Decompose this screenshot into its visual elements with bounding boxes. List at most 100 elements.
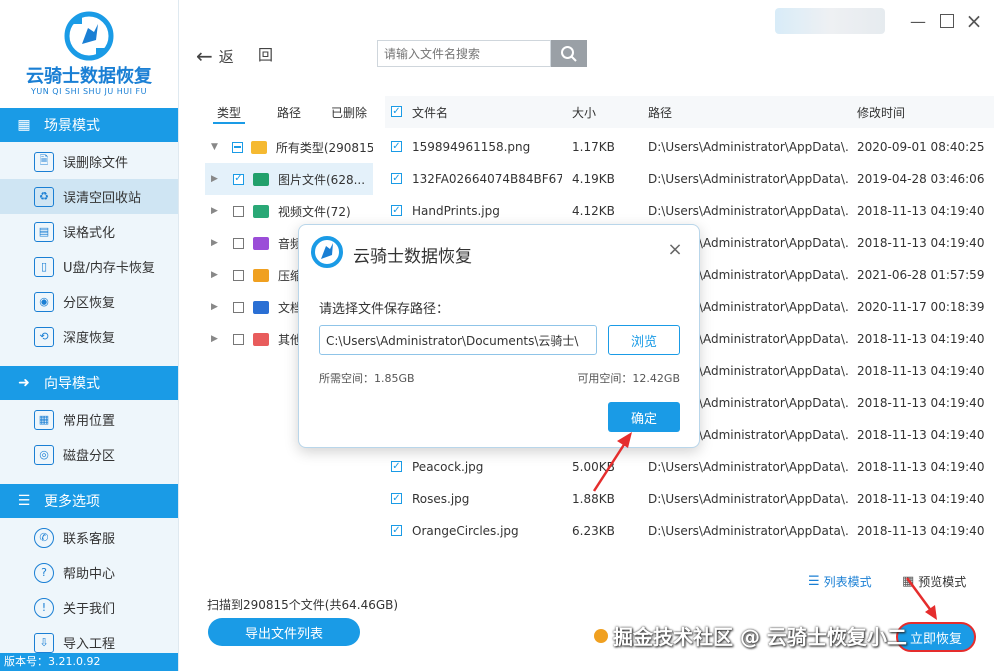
tab-type[interactable]: 类型	[217, 104, 241, 121]
caret-right-icon[interactable]: ▶	[211, 206, 221, 216]
back-button-2[interactable]: 回	[258, 44, 273, 65]
watermark: 掘金技术社区 @ 云骑士恢复小二	[594, 621, 907, 650]
header-path[interactable]: 路径	[648, 104, 848, 121]
table-row[interactable]: 132FA02664074B84BF67... 4.19KB D:\Users\Ad…	[385, 163, 994, 195]
partition-icon: ◉	[34, 291, 54, 312]
scan-info: 扫描到290815个文件(共64.46GB)	[207, 598, 399, 612]
file-modified-time: 2018-11-13 04:19:40	[857, 492, 985, 506]
tree-checkbox[interactable]	[233, 205, 244, 217]
format-icon: ▤	[34, 221, 54, 242]
caret-right-icon[interactable]: ▶	[211, 270, 221, 280]
file-size: 1.88KB	[572, 492, 615, 506]
sidebar-item-label: 常用位置	[63, 414, 116, 429]
sidebar-item-1-1[interactable]: ◎ 磁盘分区	[0, 437, 178, 472]
caret-down-icon[interactable]: ▼	[211, 142, 220, 152]
tab-path[interactable]: 路径	[277, 104, 301, 121]
maximize-icon	[940, 14, 954, 28]
sidebar-item-0-5[interactable]: ⟲ 深度恢复	[0, 319, 178, 354]
tree-row[interactable]: ▶ 图片文件(628...	[205, 163, 373, 195]
table-row[interactable]: HandPrints.jpg 4.12KB D:\Users\Administrat…	[385, 195, 994, 227]
tree-checkbox[interactable]	[233, 173, 244, 185]
sidebar-item-0-1[interactable]: ♻ 误清空回收站	[0, 179, 178, 214]
header-time[interactable]: 修改时间	[857, 104, 994, 121]
sidebar-item-2-1[interactable]: ? 帮助中心	[0, 555, 178, 590]
caret-right-icon[interactable]: ▶	[211, 238, 221, 248]
tab-deleted[interactable]: 已删除	[331, 104, 367, 121]
sidebar-item-2-2[interactable]: ! 关于我们	[0, 590, 178, 625]
header-name[interactable]: 文件名	[412, 104, 562, 121]
row-checkbox[interactable]	[391, 461, 402, 472]
file-modified-time: 2018-11-13 04:19:40	[857, 204, 985, 218]
tree-label: 所有类型(290815)	[275, 140, 373, 155]
table-row[interactable]: Peacock.jpg 5.00KB D:\Users\Administrator\…	[385, 451, 994, 483]
file-modified-time: 2018-11-13 04:19:40	[857, 460, 985, 474]
maximize-button[interactable]	[936, 10, 958, 32]
user-avatar[interactable]	[775, 8, 885, 34]
tree-row[interactable]: ▼ 所有类型(290815)	[205, 131, 373, 163]
doc-icon	[252, 299, 270, 315]
caret-right-icon[interactable]: ▶	[211, 174, 221, 184]
sidebar-item-label: 误清空回收站	[63, 191, 142, 206]
sidebar-item-0-2[interactable]: ▤ 误格式化	[0, 214, 178, 249]
back2-label: 回	[258, 46, 274, 64]
sidebar-item-label: 帮助中心	[63, 567, 116, 582]
info-icon: !	[34, 597, 54, 618]
dialog-close-button[interactable]: ×	[665, 239, 685, 260]
table-footer-mask	[385, 556, 994, 570]
back-button[interactable]: ← 返	[196, 44, 234, 68]
sidebar-section-label: 场景模式	[44, 118, 100, 134]
list-mode-button[interactable]: ☰ 列表模式	[808, 573, 872, 590]
sidebar-item-1-0[interactable]: ▦ 常用位置	[0, 402, 178, 437]
file-modified-time: 2018-11-13 04:19:40	[857, 428, 985, 442]
sidebar-item-0-4[interactable]: ◉ 分区恢复	[0, 284, 178, 319]
tree-checkbox[interactable]	[233, 237, 244, 249]
menu-icon: ☰	[17, 493, 31, 509]
row-checkbox[interactable]	[391, 141, 402, 152]
sidebar-item-label: 磁盘分区	[63, 449, 116, 464]
tree-checkbox[interactable]	[232, 141, 243, 153]
header-size[interactable]: 大小	[572, 104, 642, 121]
minimize-button[interactable]: —	[907, 10, 929, 32]
table-header: 文件名 大小 路径 修改时间	[385, 96, 994, 128]
sidebar-section-2[interactable]: ☰ 更多选项	[0, 484, 178, 518]
row-checkbox[interactable]	[391, 173, 402, 184]
export-list-button[interactable]: 导出文件列表	[208, 618, 360, 646]
close-window-button[interactable]: ×	[963, 9, 985, 33]
file-path: D:\Users\Administrator\AppData\...	[648, 140, 848, 154]
table-row[interactable]: Roses.jpg 1.88KB D:\Users\Administrator\Ap…	[385, 483, 994, 515]
save-path-input[interactable]	[320, 326, 602, 354]
row-checkbox[interactable]	[391, 525, 402, 536]
tree-row[interactable]: ▶ 视频文件(72)	[205, 195, 373, 227]
sidebar-section-1[interactable]: ➜ 向导模式	[0, 366, 178, 400]
tree-checkbox[interactable]	[233, 301, 244, 313]
required-space: 所需空间：1.85GB	[319, 372, 415, 385]
preview-mode-button[interactable]: ▦ 预览模式	[902, 573, 966, 590]
version-label: 版本号：3.21.0.92	[0, 653, 178, 671]
confirm-button[interactable]: 确定	[608, 402, 680, 432]
sidebar-item-0-3[interactable]: ▯ U盘/内存卡恢复	[0, 249, 178, 284]
file-modified-time: 2020-09-01 08:40:25	[857, 140, 985, 154]
sidebar-section-0[interactable]: ▦ 场景模式	[0, 108, 178, 142]
tree-checkbox[interactable]	[233, 333, 244, 345]
import-icon: ⇩	[34, 632, 54, 653]
table-row[interactable]: OrangeCircles.jpg 6.23KB D:\Users\Administ…	[385, 515, 994, 547]
close-icon: ×	[965, 9, 983, 33]
select-all-checkbox[interactable]	[391, 106, 402, 117]
video-icon	[252, 203, 270, 219]
caret-right-icon[interactable]: ▶	[211, 334, 221, 344]
sidebar-item-label: U盘/内存卡恢复	[63, 261, 155, 276]
row-checkbox[interactable]	[391, 493, 402, 504]
sidebar-item-label: 深度恢复	[63, 331, 116, 346]
table-row[interactable]: 159894961158.png 1.17KB D:\Users\Administr…	[385, 131, 994, 163]
caret-right-icon[interactable]: ▶	[211, 302, 221, 312]
search-input[interactable]	[378, 41, 560, 66]
browse-button[interactable]: 浏览	[608, 325, 680, 355]
sidebar-item-0-0[interactable]: 🗎 误删除文件	[0, 144, 178, 179]
search-button[interactable]	[551, 40, 587, 67]
row-checkbox[interactable]	[391, 205, 402, 216]
scene-icon: ▦	[17, 117, 31, 133]
recover-button[interactable]: 立即恢复	[896, 622, 976, 652]
sidebar-item-2-0[interactable]: ✆ 联系客服	[0, 520, 178, 555]
tree-checkbox[interactable]	[233, 269, 244, 281]
file-modified-time: 2021-06-28 01:57:59	[857, 268, 985, 282]
